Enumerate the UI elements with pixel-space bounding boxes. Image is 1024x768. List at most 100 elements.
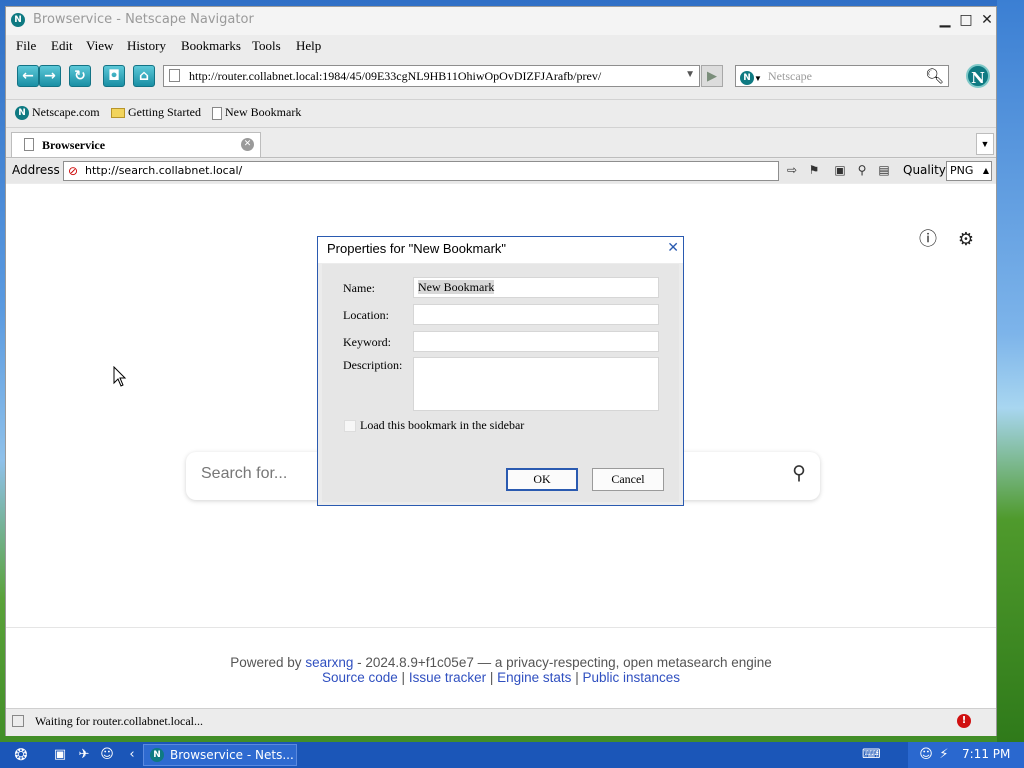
window-title: Browservice - Netscape Navigator <box>33 12 254 27</box>
search-placeholder: Search for... <box>201 465 288 482</box>
save-icon[interactable]: ▣ <box>832 162 848 178</box>
url-dropdown-icon[interactable]: ▼ <box>685 69 695 80</box>
mouse-cursor-icon <box>113 366 127 387</box>
reload-icon[interactable]: ↻ <box>69 65 91 87</box>
engine-stats-link[interactable]: Engine stats <box>497 670 571 685</box>
quality-select[interactable]: PNG ▲ <box>946 161 992 181</box>
source-code-link[interactable]: Source code <box>322 670 398 685</box>
search-icon[interactable]: 🔍︎ <box>925 67 944 85</box>
menu-file[interactable]: File <box>16 38 36 54</box>
info-icon[interactable]: ⓘ <box>918 230 938 250</box>
taskbar: ❂ ▣ ✈ ☺ ‹ N Browservice - Nets... ⌨ ☺ ⚡ … <box>0 742 1024 768</box>
url-bar[interactable]: http://router.collabnet.local:1984/45/09… <box>163 65 700 87</box>
keyword-label: Keyword: <box>343 335 391 349</box>
close-tab-icon[interactable]: ✕ <box>241 138 254 151</box>
find-icon[interactable]: ⚲ <box>854 162 870 178</box>
bookmark-getting-started[interactable]: Getting Started <box>111 105 201 120</box>
collapse-icon[interactable]: ‹ <box>123 746 141 764</box>
tab-label: Browservice <box>42 138 106 152</box>
sidebar-checkbox[interactable] <box>344 420 356 432</box>
security-icon <box>12 715 24 727</box>
search-icon[interactable]: ⚲ <box>792 462 806 484</box>
bookmark-icon[interactable]: ⚑ <box>806 162 822 178</box>
file-manager-icon[interactable]: ▣ <box>51 746 69 764</box>
page-icon <box>212 106 222 120</box>
search-box[interactable]: N ▼ Netscape 🔍︎ <box>735 65 949 87</box>
bookmark-new-bookmark[interactable]: New Bookmark <box>212 105 301 120</box>
issue-tracker-link[interactable]: Issue tracker <box>409 670 486 685</box>
forward-icon[interactable]: → <box>39 65 61 87</box>
menu-view[interactable]: View <box>86 38 113 54</box>
url-text: http://router.collabnet.local:1984/45/09… <box>189 69 602 83</box>
taskbar-task-browservice[interactable]: N Browservice - Nets... <box>143 744 297 766</box>
bookmark-properties-dialog: Properties for "New Bookmark" ✕ Name: Ne… <box>317 236 684 506</box>
menu-bookmarks[interactable]: Bookmarks <box>181 38 241 54</box>
task-label: Browservice - Nets... <box>170 748 294 762</box>
quality-label: Quality <box>903 163 946 177</box>
public-instances-link[interactable]: Public instances <box>582 670 680 685</box>
footer-divider <box>6 627 996 628</box>
folder-icon <box>111 108 125 119</box>
insecure-icon: ⊘ <box>68 164 79 178</box>
address-input[interactable]: ⊘ http://search.collabnet.local/ <box>63 161 779 181</box>
netscape-app-icon: N <box>11 13 25 27</box>
tab-list-dropdown-icon[interactable]: ▼ <box>976 133 994 155</box>
navigation-toolbar: ← → ↻ ◘ ⌂ http://router.collabnet.local:… <box>6 59 996 100</box>
footer-powered-by: Powered by searxng - 2024.8.9+f1c05e7 — … <box>230 655 772 670</box>
ok-button[interactable]: OK <box>506 468 578 491</box>
bookmark-netscape-com[interactable]: N Netscape.com <box>15 105 100 121</box>
close-window-button[interactable]: ✕ <box>978 11 996 29</box>
description-field[interactable] <box>413 357 659 411</box>
name-field[interactable]: New Bookmark <box>413 277 659 298</box>
error-icon[interactable]: ! <box>957 714 971 728</box>
close-dialog-icon[interactable]: ✕ <box>667 240 679 256</box>
emoji-icon[interactable]: ☺ <box>98 746 116 764</box>
cancel-button[interactable]: Cancel <box>592 468 664 491</box>
dialog-title: Properties for "New Bookmark" <box>327 241 507 256</box>
search-engine-selector[interactable]: N ▼ <box>740 69 762 86</box>
back-icon[interactable]: ← <box>17 65 39 87</box>
stop-icon[interactable]: ◘ <box>103 65 125 87</box>
page-icon <box>24 138 34 151</box>
start-menu-icon[interactable]: ❂ <box>10 745 32 765</box>
page-icon <box>169 69 180 82</box>
clipboard-icon[interactable]: ▤ <box>876 162 892 178</box>
chat-icon[interactable]: ☺ <box>917 746 935 764</box>
netscape-icon: N <box>150 748 164 762</box>
menu-help[interactable]: Help <box>296 38 321 54</box>
desktop-background <box>997 0 1024 742</box>
status-text: Waiting for router.collabnet.local... <box>35 714 203 728</box>
address-url: http://search.collabnet.local/ <box>85 164 243 177</box>
maximize-button[interactable]: □ <box>957 11 975 29</box>
clock[interactable]: 7:11 PM <box>962 747 1010 761</box>
searxng-link[interactable]: searxng <box>305 655 353 670</box>
netscape-icon: N <box>15 106 29 121</box>
gear-icon[interactable]: ⚙ <box>956 230 976 250</box>
tab-strip: Browservice ✕ ▼ <box>6 129 996 158</box>
home-icon[interactable]: ⌂ <box>133 65 155 87</box>
app-launcher-icon[interactable]: ✈ <box>75 746 93 764</box>
menu-tools[interactable]: Tools <box>252 38 281 54</box>
minimize-button[interactable]: ▁ <box>936 11 954 29</box>
netscape-logo[interactable]: N <box>966 64 990 88</box>
location-field[interactable] <box>413 304 659 325</box>
tab-browservice[interactable]: Browservice ✕ <box>11 132 261 157</box>
keyword-field[interactable] <box>413 331 659 352</box>
sidebar-checkbox-label[interactable]: Load this bookmark in the sidebar <box>360 418 524 433</box>
menu-bar: File Edit View History Bookmarks Tools H… <box>6 35 996 57</box>
location-label: Location: <box>343 308 389 322</box>
network-icon[interactable]: ⚡ <box>935 746 953 764</box>
go-icon[interactable]: ▶ <box>701 65 723 87</box>
bookmarks-toolbar: N Netscape.com Getting Started New Bookm… <box>6 99 996 128</box>
address-label: Address <box>12 163 60 177</box>
footer-links: Source code | Issue tracker | Engine sta… <box>321 670 681 685</box>
description-label: Description: <box>343 358 403 372</box>
title-bar: N Browservice - Netscape Navigator ▁ □ ✕ <box>6 7 996 35</box>
dialog-body: Name: New Bookmark Location: Keyword: De… <box>322 264 679 502</box>
menu-history[interactable]: History <box>127 38 166 54</box>
address-bar: Address ⊘ http://search.collabnet.local/… <box>6 159 996 183</box>
go-arrow-icon[interactable]: ⇨ <box>784 162 800 178</box>
menu-edit[interactable]: Edit <box>51 38 73 54</box>
keyboard-icon[interactable]: ⌨ <box>862 746 881 764</box>
status-bar: Waiting for router.collabnet.local... ! <box>6 708 996 736</box>
